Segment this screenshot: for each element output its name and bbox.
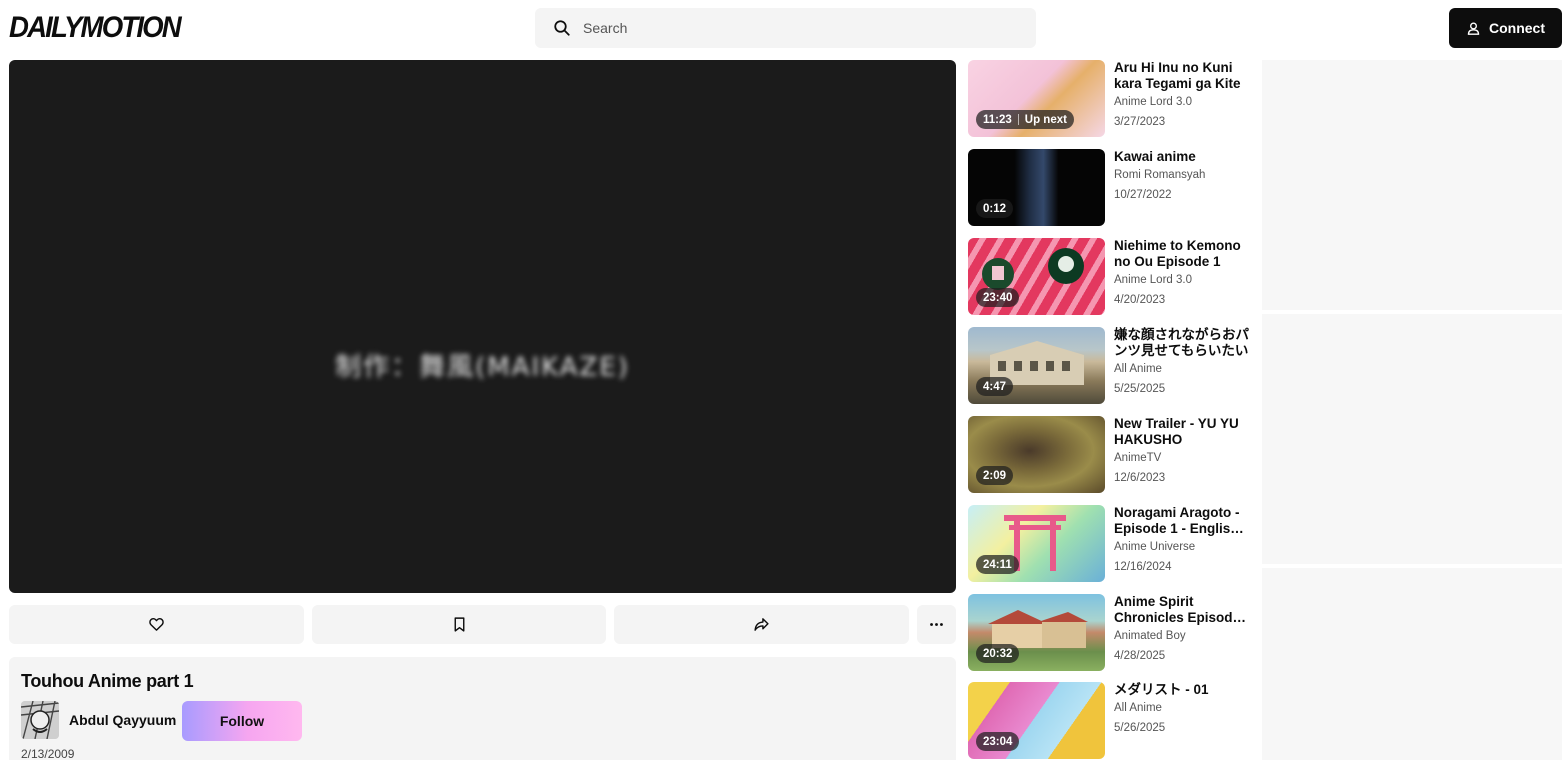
item-title[interactable]: メダリスト - 01 — [1114, 682, 1250, 698]
connect-button[interactable]: Connect — [1449, 8, 1562, 48]
share-icon — [754, 618, 769, 631]
item-date: 12/16/2024 — [1114, 561, 1172, 573]
item-date: 5/25/2025 — [1114, 383, 1166, 395]
duration-badge: 11:23 Up next — [976, 110, 1074, 129]
item-channel[interactable]: All Anime — [1114, 702, 1162, 714]
like-button[interactable] — [9, 605, 304, 644]
ad-slot — [1262, 60, 1562, 310]
ad-slot — [1262, 314, 1562, 564]
item-channel[interactable]: Romi Romansyah — [1114, 169, 1205, 181]
item-channel[interactable]: Anime Lord 3.0 — [1114, 96, 1192, 108]
video-thumbnail[interactable]: 0:12 — [968, 149, 1105, 226]
item-date: 12/6/2023 — [1114, 472, 1166, 484]
duration-badge: 2:09 — [976, 466, 1014, 485]
list-item[interactable]: 23:04 メダリスト - 01 All Anime 5/26/2025 — [968, 682, 1253, 760]
more-icon — [930, 623, 943, 626]
duration-badge: 4:47 — [976, 377, 1014, 396]
video-player[interactable]: 制作：舞風(MAIKAZE) — [9, 60, 956, 593]
item-title[interactable]: Anime Spirit Chronicles Episode 1 — [1114, 594, 1250, 626]
follow-button[interactable]: Follow — [182, 701, 302, 741]
dailymotion-logo[interactable]: DAILYMOTION — [9, 11, 182, 45]
video-thumbnail[interactable]: 23:04 — [968, 682, 1105, 759]
bookmark-icon — [454, 617, 464, 632]
share-button[interactable] — [614, 605, 909, 644]
item-date: 3/27/2023 — [1114, 116, 1166, 128]
item-title[interactable]: Kawai anime — [1114, 149, 1250, 165]
item-channel[interactable]: Animated Boy — [1114, 630, 1186, 642]
ad-slot — [1262, 568, 1562, 760]
item-date: 4/28/2025 — [1114, 650, 1166, 662]
video-thumbnail[interactable]: 20:32 — [968, 594, 1105, 671]
video-title: Touhou Anime part 1 — [21, 671, 194, 691]
user-icon — [1467, 22, 1480, 35]
item-title[interactable]: Niehime to Kemono no Ou Episode 1 — [1114, 238, 1250, 270]
item-title[interactable]: 嫌な顔されながらおパンツ見せてもらいたい — [1114, 327, 1250, 359]
publish-date: 2/13/2009 — [21, 747, 75, 760]
duration-badge: 23:04 — [976, 732, 1020, 751]
item-channel[interactable]: All Anime — [1114, 363, 1162, 375]
heart-icon — [149, 618, 164, 631]
item-title[interactable]: New Trailer - YU YU HAKUSHO — [1114, 416, 1250, 448]
save-button[interactable] — [312, 605, 606, 644]
list-item[interactable]: 20:32 Anime Spirit Chronicles Episode 1 … — [968, 594, 1253, 672]
search-input[interactable] — [583, 8, 1023, 48]
video-thumbnail[interactable]: 11:23 Up next — [968, 60, 1105, 137]
list-item[interactable]: 0:12 Kawai anime Romi Romansyah 10/27/20… — [968, 149, 1253, 227]
item-channel[interactable]: AnimeTV — [1114, 452, 1161, 464]
duration-badge: 24:11 — [976, 555, 1019, 574]
connect-label: Connect — [1489, 20, 1545, 36]
video-thumbnail[interactable]: 24:11 — [968, 505, 1105, 582]
item-date: 10/27/2022 — [1114, 189, 1172, 201]
video-thumbnail[interactable]: 23:40 — [968, 238, 1105, 315]
search-icon — [554, 20, 570, 36]
video-info-card: Touhou Anime part 1 Abdul Qayyuum Follow… — [9, 657, 956, 760]
video-frame-caption: 制作：舞風(MAIKAZE) — [335, 352, 630, 383]
duration-badge: 0:12 — [976, 199, 1014, 218]
duration-badge: 23:40 — [976, 288, 1020, 307]
header: DAILYMOTION Connect — [0, 0, 1565, 56]
up-next-label: Up next — [1024, 113, 1067, 126]
list-item[interactable]: 4:47 嫌な顔されながらおパンツ見せてもらいたい All Anime 5/25… — [968, 327, 1253, 405]
video-thumbnail[interactable]: 2:09 — [968, 416, 1105, 493]
list-item[interactable]: 11:23 Up next Aru Hi Inu no Kuni kara Teg… — [968, 60, 1253, 138]
list-item[interactable]: 23:40 Niehime to Kemono no Ou Episode 1 … — [968, 238, 1253, 316]
item-channel[interactable]: Anime Universe — [1114, 541, 1195, 553]
item-title[interactable]: Noragami Aragoto - Episode 1 - English S… — [1114, 505, 1250, 537]
item-title[interactable]: Aru Hi Inu no Kuni kara Tegami ga Kite — [1114, 60, 1250, 92]
channel-name[interactable]: Abdul Qayyuum — [69, 712, 176, 728]
item-date: 4/20/2023 — [1114, 294, 1166, 306]
more-options-button[interactable] — [917, 605, 956, 644]
video-action-bar — [9, 605, 956, 644]
item-channel[interactable]: Anime Lord 3.0 — [1114, 274, 1192, 286]
video-thumbnail[interactable]: 4:47 — [968, 327, 1105, 404]
search-bar[interactable] — [535, 8, 1036, 48]
channel-avatar[interactable] — [21, 701, 59, 739]
duration-badge: 20:32 — [976, 644, 1020, 663]
list-item[interactable]: 24:11 Noragami Aragoto - Episode 1 - Eng… — [968, 505, 1253, 583]
list-item[interactable]: 2:09 New Trailer - YU YU HAKUSHO AnimeTV… — [968, 416, 1253, 494]
item-date: 5/26/2025 — [1114, 722, 1166, 734]
